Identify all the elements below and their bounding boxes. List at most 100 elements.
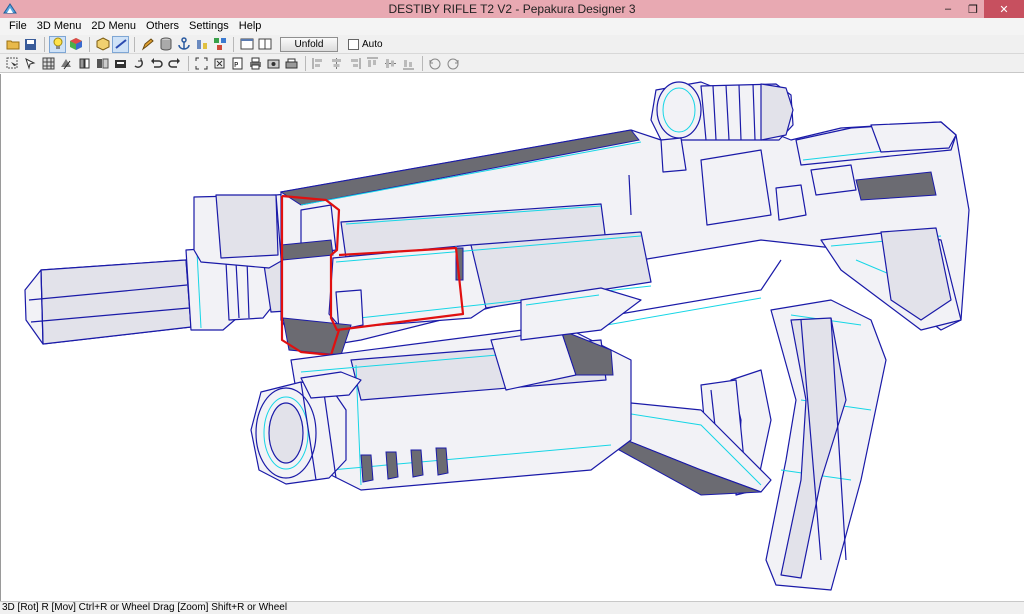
auto-option[interactable]: Auto: [348, 38, 383, 50]
select-face-button[interactable]: [4, 55, 21, 72]
toolbar-separator: [422, 55, 423, 71]
printer-icon: [250, 57, 261, 69]
light-toggle-button[interactable]: [49, 35, 66, 53]
rotate-90-left-button[interactable]: [427, 55, 444, 72]
select-face-icon: [6, 57, 18, 68]
align-right-button[interactable]: [346, 55, 363, 72]
frame-icon: [195, 57, 208, 69]
mirror-button[interactable]: [94, 55, 111, 72]
fit-icon: [214, 58, 225, 68]
edit-pencil-button[interactable]: [139, 36, 156, 53]
move-cursor-icon: [25, 57, 36, 70]
page-button[interactable]: P: [229, 55, 246, 72]
align-center-button[interactable]: [328, 55, 345, 72]
maximize-button[interactable]: ❐: [962, 0, 984, 18]
parts-button[interactable]: [211, 36, 228, 53]
toolbar-separator: [134, 36, 135, 52]
grid-button[interactable]: [40, 55, 57, 72]
3d-viewport[interactable]: .f { fill: #f2f2f6; stroke: #1a1aa8; str…: [0, 74, 1024, 601]
box-button[interactable]: [112, 55, 129, 72]
window-title: DESTIBY RIFLE T2 V2 - Pepakura Designer …: [388, 2, 636, 16]
anchor-icon: [177, 37, 190, 50]
join-icon: [61, 58, 71, 69]
edge-icon: [114, 39, 127, 49]
align-left-button[interactable]: [310, 55, 327, 72]
box-icon: [115, 59, 126, 68]
show-edges-button[interactable]: [112, 35, 129, 53]
grid-icon: [42, 57, 55, 69]
scale-button[interactable]: [193, 36, 210, 53]
status-bar: 3D [Rot] R [Mov] Ctrl+R or Wheel Drag [Z…: [0, 601, 1024, 614]
minimize-button[interactable]: ‒: [934, 0, 962, 18]
edit-toolbar: P: [0, 54, 1024, 73]
menu-3d[interactable]: 3D Menu: [32, 19, 87, 34]
close-button[interactable]: ✕: [984, 0, 1024, 18]
join-button[interactable]: [58, 55, 75, 72]
align-middle-button[interactable]: [382, 55, 399, 72]
toolbar-separator: [44, 36, 45, 52]
printer-button[interactable]: [247, 55, 264, 72]
title-bar: DESTIBY RIFLE T2 V2 - Pepakura Designer …: [0, 0, 1024, 18]
fit-button[interactable]: [211, 55, 228, 72]
unfold-button[interactable]: Unfold: [280, 36, 338, 52]
save-icon: [25, 38, 36, 50]
frame-button[interactable]: [193, 55, 210, 72]
align-right-icon: [351, 57, 361, 69]
menu-file[interactable]: File: [4, 19, 32, 34]
save-button[interactable]: [22, 36, 39, 53]
cube-icon: [96, 37, 109, 51]
toolbar-separator: [233, 36, 234, 52]
scale-icon: [196, 40, 207, 49]
auto-checkbox[interactable]: [348, 38, 359, 50]
menu-settings[interactable]: Settings: [184, 19, 234, 34]
rotate-button[interactable]: [130, 55, 147, 72]
split-view-button[interactable]: [256, 36, 273, 53]
toolbar-separator: [305, 55, 306, 71]
align-top-button[interactable]: [364, 55, 381, 72]
color-cube-icon: [69, 38, 82, 50]
toolbar-separator: [89, 36, 90, 52]
rotate-90-right-button[interactable]: [445, 55, 462, 72]
texture-toggle-button[interactable]: [67, 36, 84, 53]
mirror-icon: [97, 58, 109, 68]
camera-icon: [267, 59, 280, 68]
main-toolbar: Unfold Auto: [0, 35, 1024, 54]
align-left-icon: [312, 57, 322, 69]
menu-others[interactable]: Others: [141, 19, 184, 34]
rotate-left-icon: [429, 58, 441, 69]
anchor-button[interactable]: [175, 36, 192, 53]
show-faces-button[interactable]: [94, 36, 111, 53]
svg-text:P: P: [234, 61, 238, 69]
page-icon: P: [232, 57, 243, 69]
redo-button[interactable]: [166, 55, 183, 72]
cylinder-button[interactable]: [157, 36, 174, 53]
rifle-model[interactable]: .f { fill: #f2f2f6; stroke: #1a1aa8; str…: [1, 74, 1024, 601]
toolbar-separator: [188, 55, 189, 71]
print-icon: [285, 58, 298, 68]
folder-icon: [6, 40, 19, 50]
redo-icon: [168, 57, 180, 68]
flap-button[interactable]: [76, 55, 93, 72]
menu-bar: File 3D Menu 2D Menu Others Settings Hel…: [0, 18, 1024, 35]
parts-icon: [213, 38, 226, 50]
menu-2d[interactable]: 2D Menu: [86, 19, 141, 34]
undo-icon: [151, 57, 163, 68]
align-middle-icon: [385, 58, 396, 68]
single-view-button[interactable]: [238, 36, 255, 53]
align-bottom-button[interactable]: [400, 55, 417, 72]
camera-button[interactable]: [265, 55, 282, 72]
auto-label: Auto: [362, 38, 383, 50]
menu-help[interactable]: Help: [234, 19, 267, 34]
print-button[interactable]: [283, 55, 300, 72]
align-top-icon: [367, 57, 378, 67]
lightbulb-icon: [53, 37, 62, 49]
pencil-icon: [141, 38, 154, 51]
window-single-icon: [240, 38, 253, 50]
rotate-icon: [134, 57, 143, 68]
open-folder-button[interactable]: [4, 36, 21, 53]
cylinder-icon: [160, 37, 171, 51]
flap-icon: [79, 58, 90, 68]
undo-button[interactable]: [148, 55, 165, 72]
rotate-right-icon: [447, 58, 459, 69]
move-button[interactable]: [22, 55, 39, 72]
